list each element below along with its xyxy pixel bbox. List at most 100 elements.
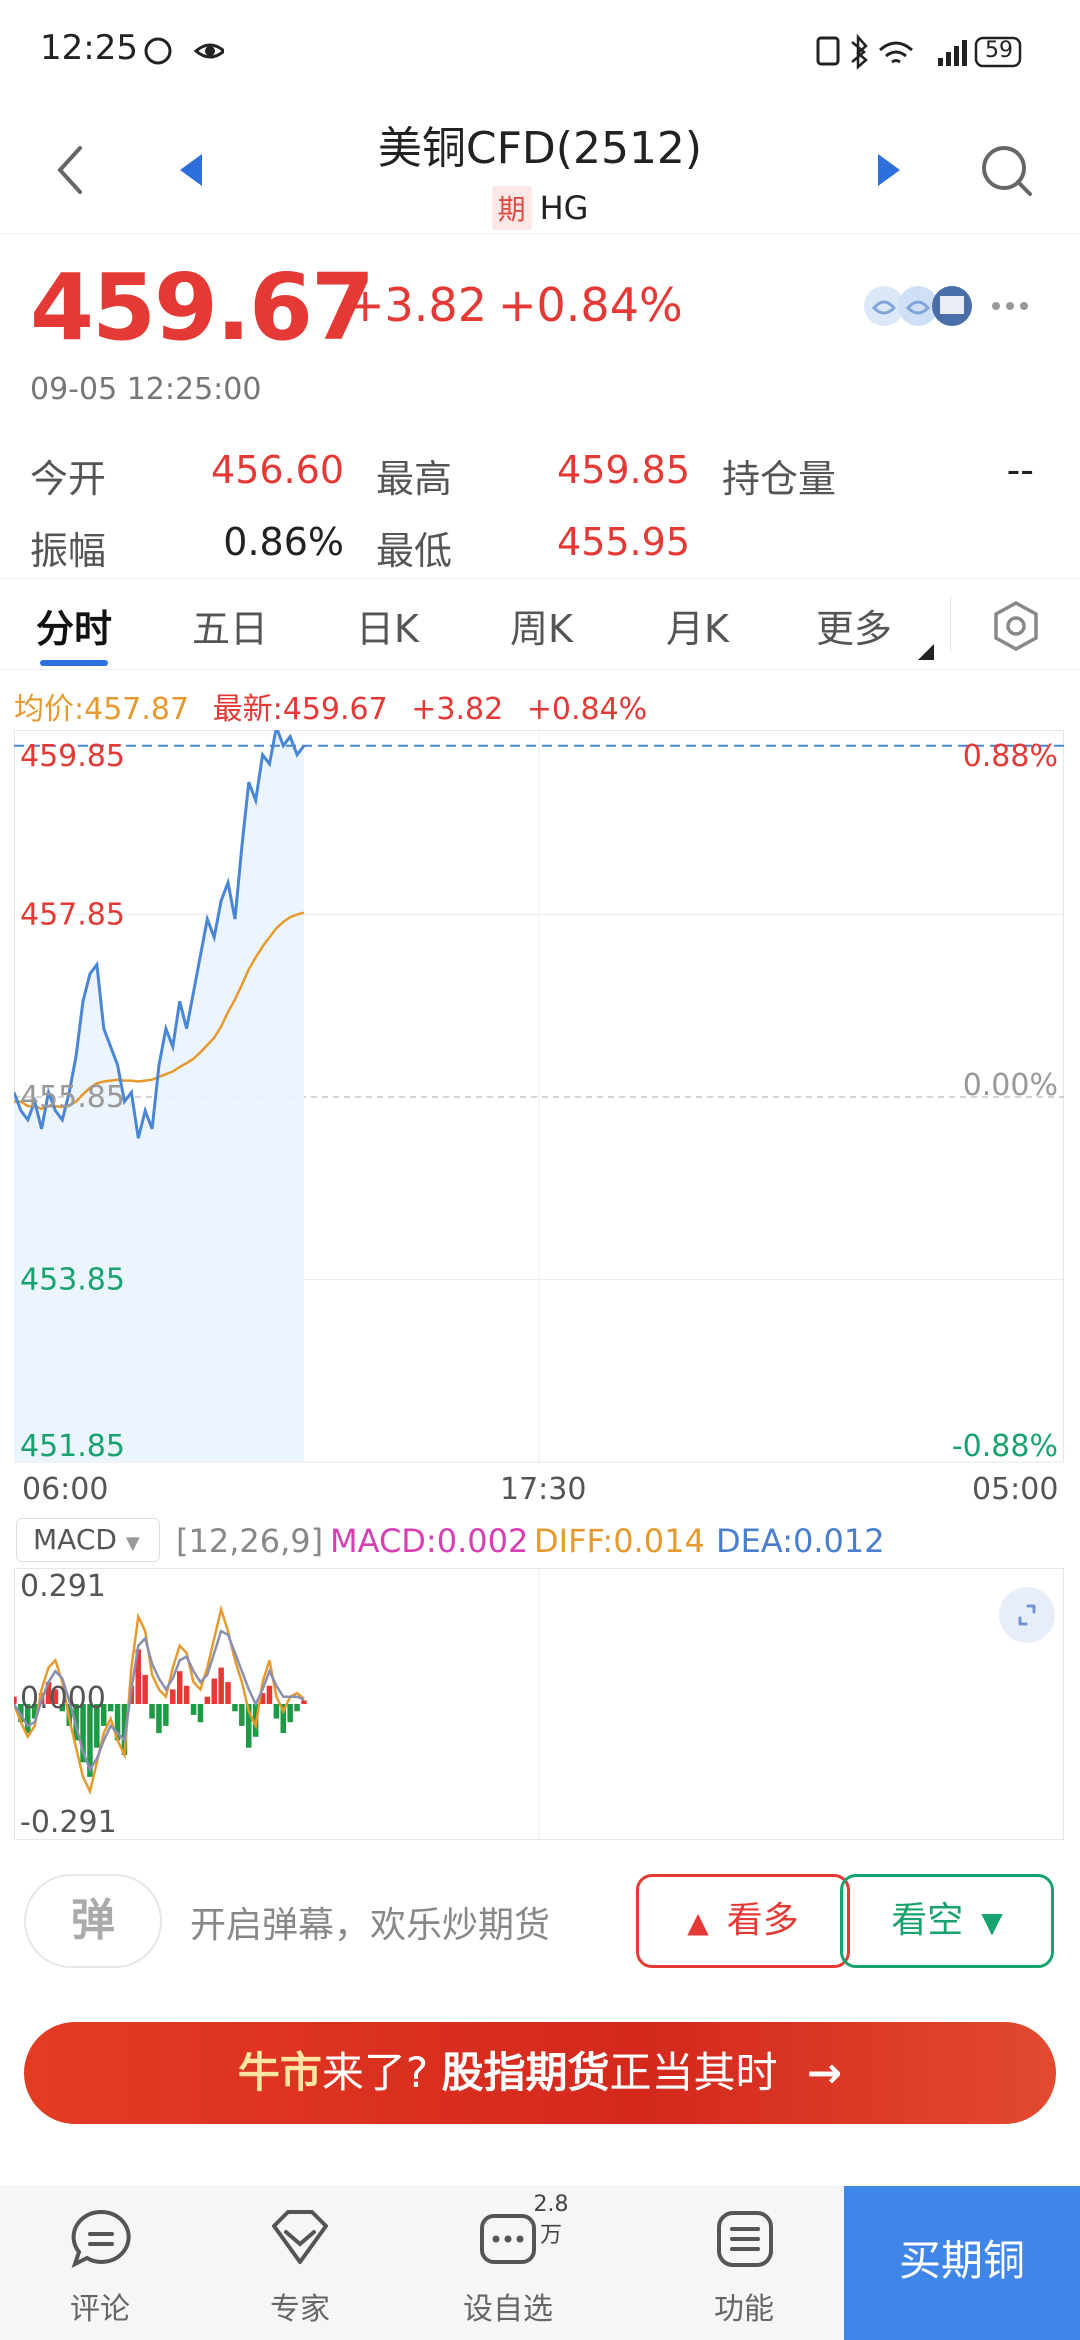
- macd-bar: [204, 1696, 211, 1704]
- search-icon[interactable]: [978, 142, 1034, 198]
- x-tick-mid: 17:30: [500, 1472, 587, 1507]
- macd-bar: [190, 1704, 197, 1715]
- macd-value: MACD:0.002: [330, 1522, 529, 1560]
- promo-banner[interactable]: 牛市来了? 股指期货正当其时 →: [24, 2022, 1056, 2124]
- y-tick-left: 453.85: [20, 1263, 125, 1298]
- stat-label-amplitude: 振幅: [30, 529, 107, 573]
- latest-pct-label: +0.84%: [526, 692, 648, 727]
- tab-daily-k[interactable]: 日K: [356, 598, 419, 653]
- latest-change-label: +3.82: [411, 692, 504, 727]
- macd-bar: [149, 1704, 155, 1719]
- bearish-label: 看空: [891, 1900, 964, 1941]
- macd-bar: [156, 1704, 162, 1734]
- community-avatars-icon[interactable]: [862, 284, 982, 328]
- arrow-right-icon: →: [806, 2048, 843, 2097]
- avg-price-label: 均价:457.87: [14, 692, 190, 727]
- y-tick-left: 451.85: [20, 1429, 125, 1464]
- macd-y-tick: 0.000: [20, 1681, 106, 1716]
- x-tick-start: 06:00: [22, 1472, 109, 1507]
- stat-label-low: 最低: [376, 529, 453, 573]
- expert-icon: [272, 2210, 328, 2264]
- active-tab-indicator: [40, 660, 108, 666]
- bearish-button[interactable]: 看空 ▼: [840, 1874, 1054, 1968]
- status-bar: 12:25 4G 59: [0, 0, 1080, 100]
- bullish-button[interactable]: ▲ 看多: [636, 1874, 850, 1968]
- intraday-chart[interactable]: 459.85 457.85 455.85 453.85 451.85 0.88% 0.00%…: [14, 730, 1064, 1464]
- chevron-down-icon: ▼: [125, 1533, 140, 1554]
- watchlist-count-badge: 2.8万: [533, 2192, 569, 2248]
- y-tick-right: 0.00%: [963, 1068, 1058, 1103]
- tab-more[interactable]: 更多: [816, 598, 892, 653]
- buy-futures-button[interactable]: 买期铜: [844, 2186, 1080, 2340]
- quote-time: 09-05 12:25:00: [30, 372, 262, 407]
- banner-part1: 牛市: [237, 2048, 322, 2097]
- macd-bar: [170, 1689, 176, 1704]
- macd-bar: [163, 1704, 169, 1726]
- tab-weekly-k[interactable]: 周K: [510, 598, 573, 653]
- stat-value-amplitude: 0.86%: [223, 520, 344, 564]
- macd-bar: [294, 1704, 300, 1712]
- danmu-toggle-button[interactable]: 弹: [24, 1874, 162, 1968]
- more-icon[interactable]: [990, 300, 1030, 312]
- comment-icon: [71, 2209, 131, 2268]
- stat-value-open: 456.60: [211, 448, 344, 492]
- macd-bar: [232, 1704, 238, 1712]
- indicator-select[interactable]: MACD ▼: [16, 1518, 160, 1562]
- nav-functions-label: 功能: [714, 2292, 774, 2327]
- macd-bar: [273, 1704, 280, 1719]
- macd-chart[interactable]: 0.291 0.000 -0.291: [14, 1568, 1064, 1840]
- chart-settings-icon[interactable]: [992, 600, 1040, 652]
- indicator-select-value: MACD: [33, 1523, 117, 1556]
- tab-intraday[interactable]: 分时: [36, 598, 112, 653]
- macd-y-tick: 0.291: [20, 1569, 106, 1604]
- down-triangle-icon: ▼: [981, 1906, 1003, 1939]
- stat-label-high: 最高: [376, 457, 453, 501]
- macd-bar: [107, 1704, 114, 1712]
- macd-bar: [14, 1696, 17, 1704]
- tab-five-day[interactable]: 五日: [192, 598, 268, 653]
- latest-price-label: 最新:459.67: [212, 692, 388, 727]
- tab-monthly-k[interactable]: 月K: [666, 598, 729, 653]
- y-tick-left: 457.85: [20, 898, 125, 933]
- stat-value-open-interest: --: [1006, 448, 1034, 492]
- macd-bar: [211, 1678, 217, 1704]
- page-title: 美铜CFD(2512): [377, 123, 703, 174]
- macd-bar: [142, 1674, 148, 1704]
- macd-bar: [225, 1682, 231, 1704]
- nav-expert-label: 专家: [270, 2292, 330, 2327]
- banner-part4: 正当其时: [609, 2048, 778, 2097]
- price-change: +3.82: [346, 278, 487, 332]
- bullish-label: 看多: [726, 1900, 799, 1941]
- battery-level: 59: [985, 38, 1013, 63]
- nav-watchlist-label: 设自选: [463, 2292, 553, 2327]
- macd-bar: [266, 1685, 273, 1704]
- symbol-code: HG: [539, 189, 589, 227]
- danmu-prompt[interactable]: 开启弹幕，欢乐炒期货: [190, 1896, 550, 1948]
- chart-header: 均价:457.87 最新:459.67 +3.82 +0.84%: [14, 684, 647, 728]
- up-triangle-icon: ▲: [687, 1906, 709, 1939]
- diff-value: DIFF:0.014: [534, 1522, 705, 1560]
- y-tick-left: 459.85: [20, 739, 125, 774]
- x-tick-end: 05:00: [972, 1472, 1059, 1507]
- macd-y-tick: -0.291: [20, 1805, 117, 1840]
- macd-bar: [183, 1685, 190, 1704]
- status-indicator-icons: [144, 37, 224, 65]
- banner-part2: 来了?: [321, 2048, 429, 2097]
- menu-icon: [717, 2211, 773, 2267]
- macd-bar: [177, 1671, 183, 1704]
- expand-icon[interactable]: [998, 1586, 1056, 1644]
- macd-bar: [218, 1667, 224, 1704]
- macd-params: [12,26,9]: [176, 1522, 324, 1560]
- stat-value-high: 459.85: [557, 448, 690, 492]
- next-contract-icon[interactable]: [874, 150, 904, 190]
- y-tick-right: -0.88%: [952, 1429, 1058, 1464]
- nav-comment-label: 评论: [70, 2292, 130, 2327]
- y-tick-left: 455.85: [20, 1080, 125, 1115]
- macd-bar: [239, 1704, 245, 1726]
- dea-value: DEA:0.012: [716, 1522, 885, 1560]
- page-subtitle: 期 HG: [0, 186, 1080, 230]
- more-dropdown-icon: [918, 644, 934, 660]
- last-price: 459.67: [30, 254, 375, 361]
- stat-value-low: 455.95: [557, 520, 690, 564]
- futures-tag: 期: [491, 186, 532, 230]
